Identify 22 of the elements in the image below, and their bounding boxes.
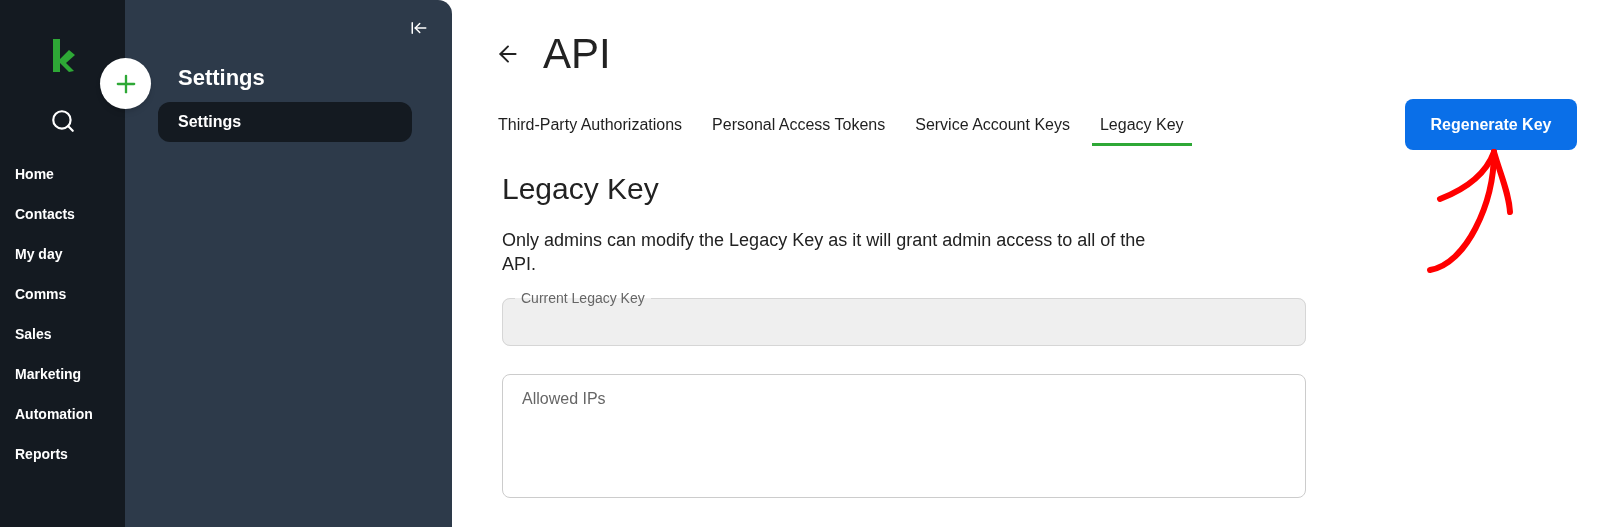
description-text: Only admins can modify the Legacy Key as it will grant admin access to all of the API. bbox=[502, 229, 1147, 276]
panel-title: Settings bbox=[178, 64, 266, 92]
nav-link[interactable]: Contacts bbox=[15, 204, 93, 225]
nav-link[interactable]: Reports bbox=[15, 444, 93, 465]
tab[interactable]: Third-Party Authorizations bbox=[490, 106, 691, 146]
page-title: API bbox=[543, 29, 611, 79]
allowed-ips-field[interactable]: Allowed IPs bbox=[502, 374, 1306, 498]
tab[interactable]: Service Account Keys bbox=[907, 106, 1078, 146]
search-icon[interactable] bbox=[50, 108, 76, 134]
panel-item[interactable]: Settings bbox=[158, 102, 412, 142]
tab[interactable]: Personal Access Tokens bbox=[704, 106, 894, 146]
tab[interactable]: Legacy Key bbox=[1091, 106, 1192, 146]
nav-link[interactable]: My day bbox=[15, 244, 93, 265]
section-title: Legacy Key bbox=[502, 171, 660, 207]
nav-link[interactable]: Automation bbox=[15, 404, 93, 425]
nav-link[interactable]: Comms bbox=[15, 284, 93, 305]
collapse-icon[interactable] bbox=[410, 19, 428, 37]
nav-link[interactable]: Sales bbox=[15, 324, 93, 345]
nav-link[interactable]: Marketing bbox=[15, 364, 93, 385]
regenerate-key-button[interactable]: Regenerate Key bbox=[1405, 99, 1577, 150]
logo-icon bbox=[52, 38, 76, 72]
nav-link[interactable]: Home bbox=[15, 164, 93, 185]
